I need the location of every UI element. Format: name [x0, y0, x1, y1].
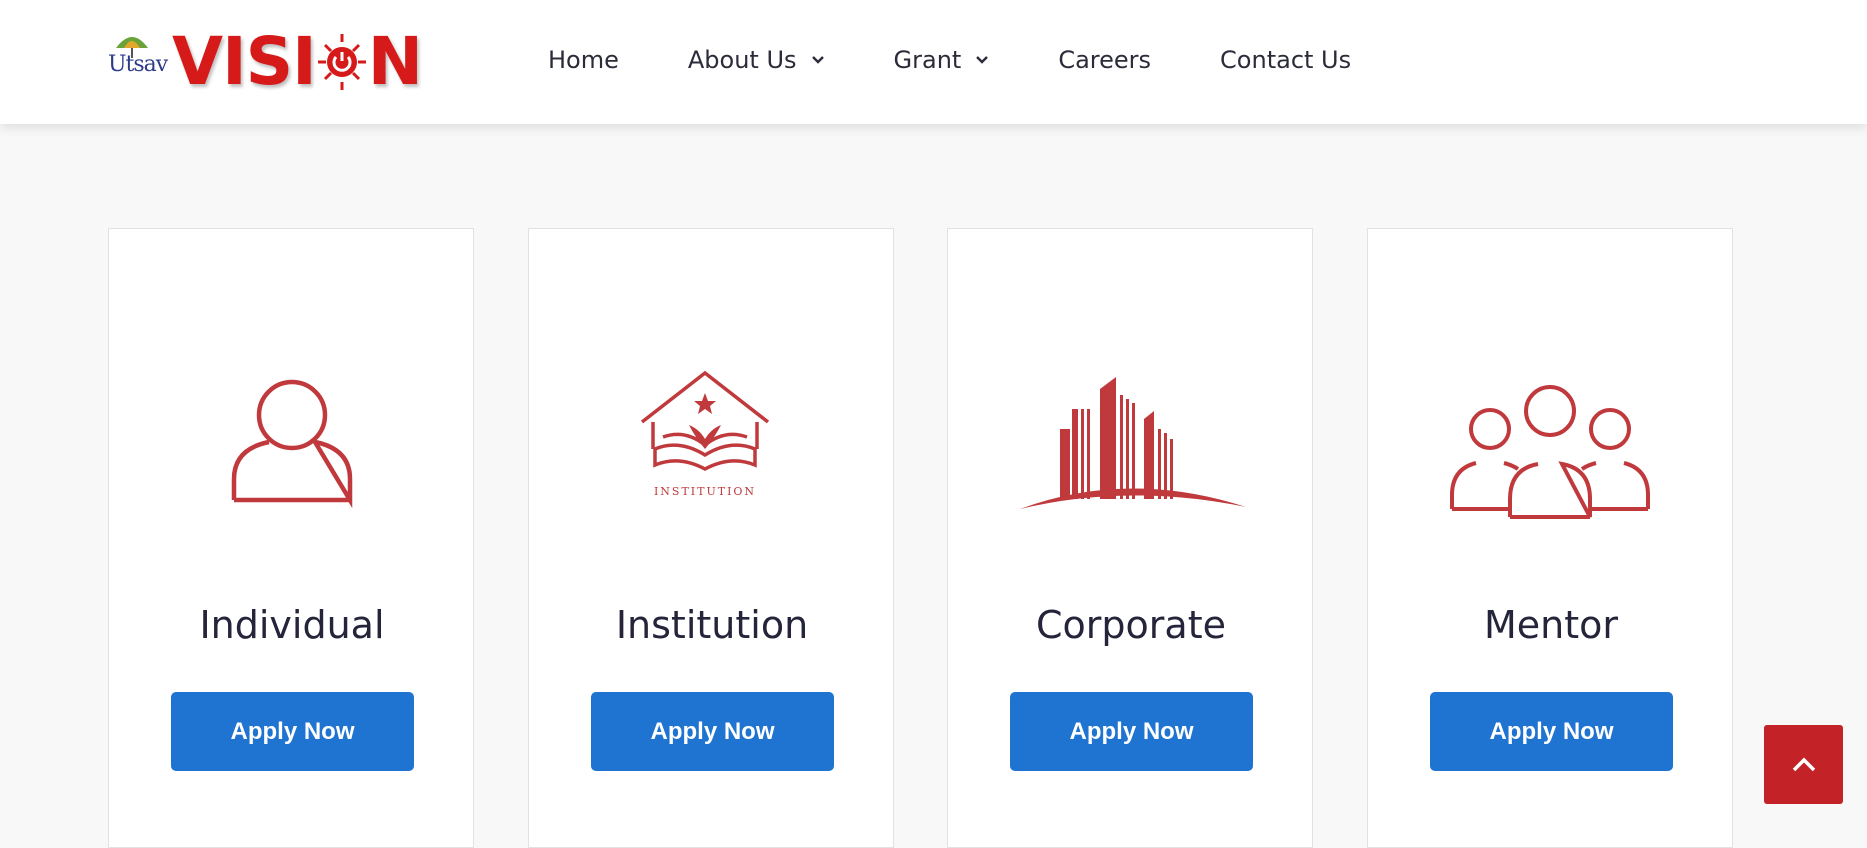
site-header: Utsav VISI N Home About Us Grant Careers…: [0, 0, 1867, 124]
card-title: Corporate: [1036, 603, 1226, 647]
nav-item-contact-us[interactable]: Contact Us: [1220, 46, 1351, 74]
nav-item-careers[interactable]: Careers: [1058, 46, 1151, 74]
institution-icon-text: INSTITUTION: [654, 485, 756, 498]
logo-brand-part-2: N: [367, 23, 423, 100]
logo-brand: VISI N: [172, 23, 423, 100]
person-icon: [231, 379, 353, 509]
nav-item-label: Careers: [1058, 46, 1152, 74]
card-title: Institution: [615, 603, 809, 647]
buildings-icon: [1020, 377, 1246, 509]
nav-item-home[interactable]: Home: [548, 46, 619, 74]
logo-brand-part-1: VISI: [172, 23, 317, 100]
chevron-up-icon: [1792, 757, 1815, 771]
group-icon: [1450, 385, 1650, 519]
card-title: Individual: [199, 603, 385, 647]
apply-now-button[interactable]: Apply Now: [1010, 692, 1253, 771]
apply-now-button[interactable]: Apply Now: [171, 692, 414, 771]
apply-now-button[interactable]: Apply Now: [591, 692, 834, 771]
nav-item-about-us[interactable]: About Us: [688, 46, 825, 74]
apply-now-button[interactable]: Apply Now: [1430, 692, 1673, 771]
main-nav: Home About Us Grant Careers Contact Us: [548, 38, 1351, 82]
site-logo[interactable]: Utsav VISI N: [108, 23, 423, 100]
card-individual: Individual Apply Now: [108, 228, 474, 848]
nav-item-label: Grant: [893, 46, 962, 74]
power-sun-icon: [317, 34, 366, 90]
nav-item-label: Contact Us: [1220, 46, 1352, 74]
nav-item-grant[interactable]: Grant: [894, 46, 990, 74]
nav-item-label: Home: [548, 46, 619, 74]
card-corporate: Corporate Apply Now: [947, 228, 1313, 848]
nav-item-label: About Us: [687, 46, 797, 74]
institution-icon: INSTITUTION: [640, 370, 770, 498]
chevron-down-icon: [976, 56, 989, 64]
chevron-down-icon: [811, 56, 824, 64]
card-title: Mentor: [1483, 603, 1619, 647]
scroll-to-top-button[interactable]: [1764, 725, 1843, 804]
card-institution: INSTITUTION Institution Apply Now: [528, 228, 894, 848]
card-mentor: Mentor Apply Now: [1367, 228, 1733, 848]
logo-small-text: Utsav: [108, 52, 168, 77]
